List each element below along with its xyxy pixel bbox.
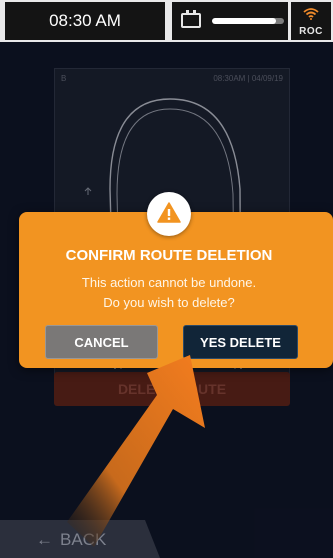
app-screen: 08:30 AM ROC B 08:30AM | 04/09/19 DELETE… <box>0 0 333 558</box>
pointer-arrow-icon <box>67 355 205 547</box>
